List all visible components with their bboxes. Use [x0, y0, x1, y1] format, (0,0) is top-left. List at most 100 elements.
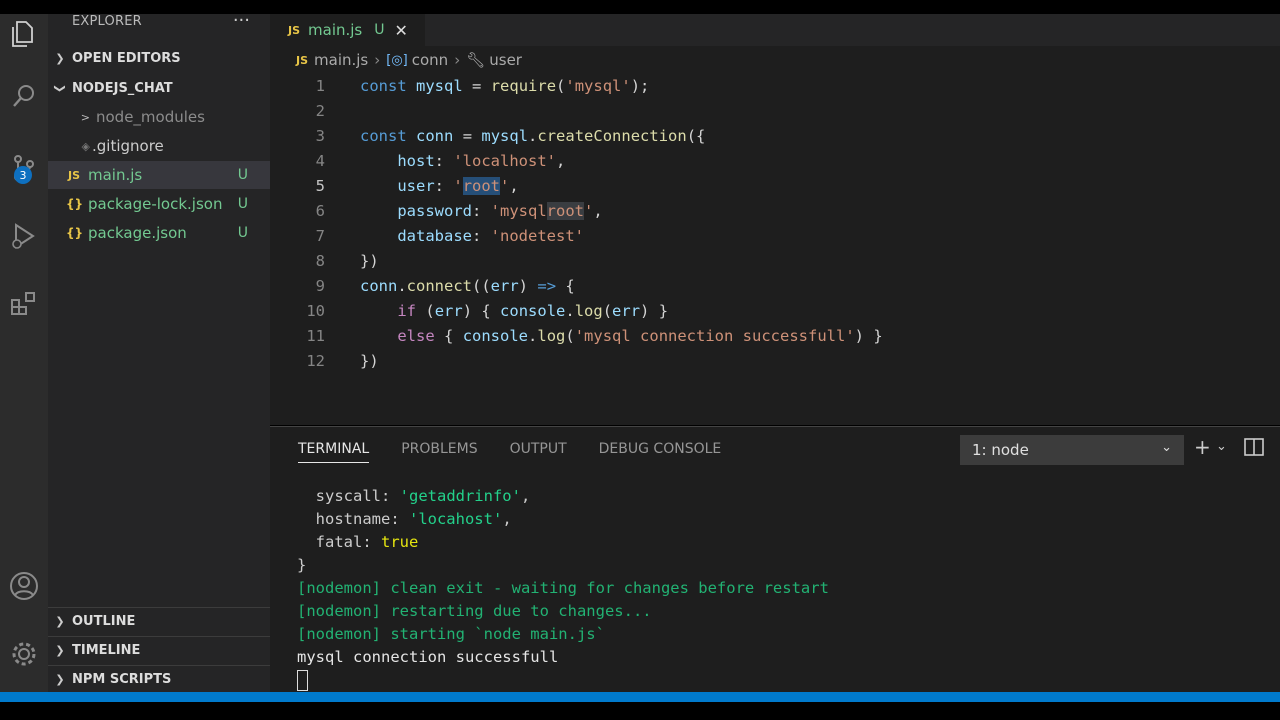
section-open-editors[interactable]: ❯ OPEN EDITORS [48, 45, 270, 71]
line-number: 12 [306, 351, 325, 370]
chevron-right-icon: ❯ [55, 672, 65, 686]
sidebar-title: EXPLORER [72, 14, 142, 29]
section-label: TIMELINE [72, 642, 141, 658]
chevron-down-icon[interactable]: ⌄ [1216, 439, 1227, 454]
section-label: OUTLINE [72, 613, 136, 629]
code-line: 5 user: 'root', [270, 173, 1280, 198]
tab-output[interactable]: OUTPUT [510, 441, 567, 463]
code-line: 3 const conn = mysql.createConnection({ [270, 123, 1280, 148]
tab-bar: JS main.js U ✕ [270, 14, 1280, 46]
video-frame-bottom [0, 702, 1280, 720]
line-number: 1 [315, 76, 325, 95]
terminal-line: fatal: true [297, 533, 419, 551]
extensions-icon[interactable] [0, 284, 48, 324]
close-icon[interactable]: ✕ [395, 21, 408, 40]
chevron-right-icon: ❯ [55, 614, 65, 628]
file-name: main.js [88, 166, 143, 184]
tab-main-js[interactable]: JS main.js U ✕ [270, 14, 425, 46]
untracked-badge: U [237, 225, 248, 241]
untracked-badge: U [237, 196, 248, 212]
tree-item-package-lock[interactable]: {} package-lock.json U [48, 190, 270, 218]
explorer-icon[interactable] [0, 14, 48, 54]
code-line: 10 if (err) { console.log(err) } [270, 298, 1280, 323]
tree-item-gitignore[interactable]: ◈ .gitignore [48, 132, 270, 160]
breadcrumb: JS main.js › [◎] conn › 🔧︎ user [296, 50, 522, 70]
terminal-line: syscall: 'getaddrinfo', [297, 487, 531, 505]
chevron-right-icon: > [80, 110, 90, 124]
json-file-icon: {} [66, 197, 84, 211]
bottom-panel: TERMINAL PROBLEMS OUTPUT DEBUG CONSOLE 1… [270, 426, 1280, 693]
untracked-badge: U [237, 167, 248, 183]
editor-area: JS main.js U ✕ JS main.js › [◎] conn › 🔧… [270, 14, 1280, 425]
line-number: 7 [315, 226, 325, 245]
section-npm-scripts[interactable]: ❯ NPM SCRIPTS [48, 665, 270, 692]
tree-item-node-modules[interactable]: > node_modules [48, 103, 270, 131]
file-name: package.json [88, 224, 187, 242]
code-line: 4 host: 'localhost', [270, 148, 1280, 173]
file-name: .gitignore [92, 137, 164, 155]
terminal-select-value: 1: node [972, 441, 1029, 459]
terminal-line: [nodemon] restarting due to changes... [297, 602, 652, 620]
section-project[interactable]: ❯ NODEJS_CHAT [48, 75, 270, 101]
tree-item-package-json[interactable]: {} package.json U [48, 219, 270, 247]
code-line: 9 conn.connect((err) => { [270, 273, 1280, 298]
status-bar [0, 692, 1280, 702]
line-number: 5 [315, 176, 325, 195]
panel-tabs: TERMINAL PROBLEMS OUTPUT DEBUG CONSOLE [298, 441, 753, 463]
tab-terminal[interactable]: TERMINAL [298, 441, 370, 463]
property-wrench-icon: 🔧︎ [466, 51, 486, 69]
tree-item-main-js[interactable]: JS main.js U [48, 161, 270, 189]
terminal-line: } [297, 556, 307, 574]
untracked-badge: U [374, 22, 385, 38]
terminal-line: mysql connection successfull [297, 648, 559, 666]
scm-count-badge: 3 [14, 166, 32, 184]
new-terminal-plus-icon[interactable]: + [1194, 435, 1211, 459]
activity-bar: 3 [0, 14, 48, 692]
code-line: 6 password: 'mysqlroot', [270, 198, 1280, 223]
breadcrumb-property[interactable]: user [489, 51, 522, 69]
breadcrumb-object[interactable]: conn [412, 51, 448, 69]
chevron-right-icon: › [454, 51, 461, 69]
code-line: 8}) [270, 248, 1280, 273]
js-file-icon: JS [288, 23, 301, 37]
split-terminal-icon[interactable] [1244, 437, 1264, 461]
terminal-cursor [297, 670, 308, 693]
tab-label: main.js [308, 21, 363, 39]
tab-problems[interactable]: PROBLEMS [401, 441, 477, 463]
terminal-line: [nodemon] starting `node main.js` [297, 625, 605, 643]
section-timeline[interactable]: ❯ TIMELINE [48, 636, 270, 663]
terminal-line: hostname: 'locahost', [297, 510, 512, 528]
js-file-icon: JS [68, 168, 81, 182]
chevron-right-icon: ❯ [55, 51, 65, 65]
code-line: 12}) [270, 348, 1280, 373]
line-number: 3 [315, 126, 325, 145]
variable-icon: [◎] [386, 52, 408, 68]
code-line: 2 [270, 98, 1280, 123]
terminal-select-dropdown[interactable]: 1: node ⌄ [960, 435, 1184, 465]
json-file-icon: {} [66, 226, 84, 240]
run-debug-icon[interactable] [0, 216, 48, 256]
code-line: 1 const mysql = require('mysql'); [270, 73, 1280, 98]
code-line: 11 else { console.log('mysql connection … [270, 323, 1280, 348]
settings-gear-icon[interactable] [0, 634, 48, 674]
js-file-icon: JS [296, 53, 309, 67]
video-frame-top [0, 0, 1280, 14]
section-label: OPEN EDITORS [72, 50, 181, 66]
line-number: 8 [315, 251, 325, 270]
chevron-down-icon: ❯ [53, 83, 67, 93]
line-number: 6 [315, 201, 325, 220]
tab-debug-console[interactable]: DEBUG CONSOLE [599, 441, 722, 463]
line-number: 9 [315, 276, 325, 295]
search-icon[interactable] [0, 76, 48, 116]
more-actions-icon[interactable]: ··· [233, 10, 250, 31]
line-number: 4 [315, 151, 325, 170]
file-name: package-lock.json [88, 195, 223, 213]
section-outline[interactable]: ❯ OUTLINE [48, 607, 270, 634]
chevron-down-icon: ⌄ [1161, 440, 1172, 455]
chevron-right-icon: › [374, 51, 381, 69]
terminal-line: [nodemon] clean exit - waiting for chang… [297, 579, 829, 597]
line-number: 11 [306, 326, 325, 345]
explorer-sidebar: EXPLORER ··· ❯ OPEN EDITORS ❯ NODEJS_CHA… [48, 10, 270, 692]
breadcrumb-file[interactable]: main.js [314, 51, 368, 69]
account-icon[interactable] [0, 566, 48, 606]
